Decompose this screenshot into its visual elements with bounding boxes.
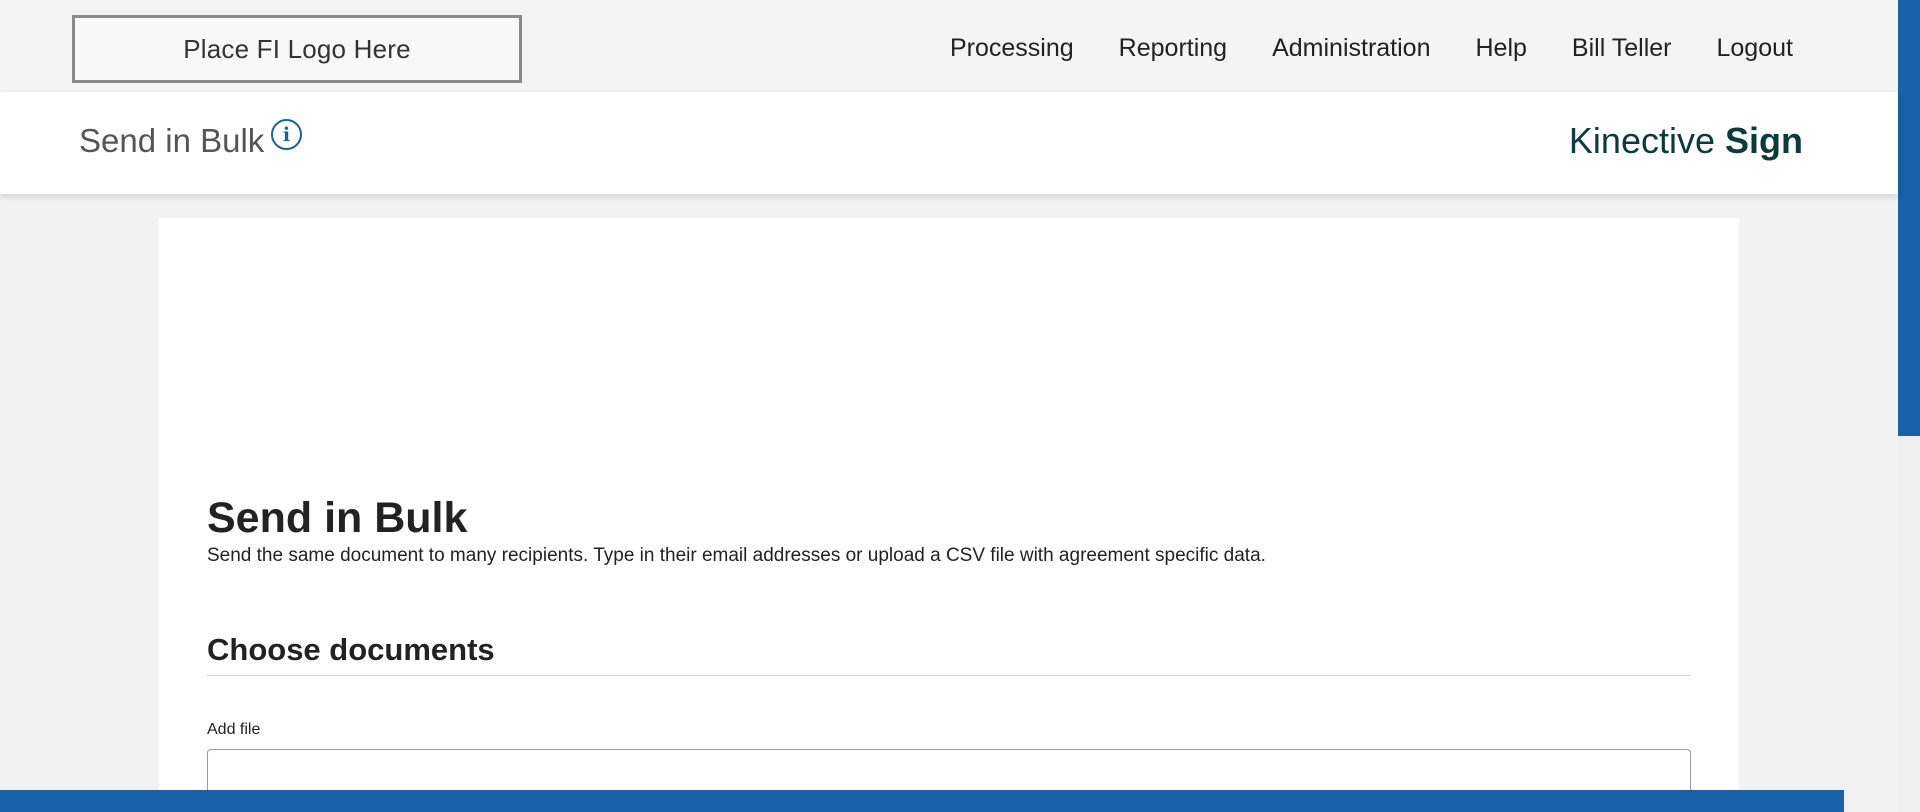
brand-wordmark: Kinective Sign (1569, 120, 1803, 162)
nav-item-administration[interactable]: Administration (1272, 34, 1430, 63)
page-title: Send in Bulk (207, 494, 468, 542)
main-nav: Processing Reporting Administration Help… (950, 34, 1793, 63)
brand-bold-text: Sign (1725, 120, 1803, 161)
brand-light-text: Kinective (1568, 120, 1725, 161)
top-navigation-bar: Place FI Logo Here Processing Reporting … (0, 0, 1898, 92)
nav-item-processing[interactable]: Processing (950, 34, 1074, 63)
fi-logo-placeholder[interactable]: Place FI Logo Here (72, 15, 522, 83)
page-description: Send the same document to many recipient… (207, 545, 1266, 566)
main-content-card: Send in Bulk Send the same document to m… (159, 218, 1739, 812)
bottom-action-bar (0, 790, 1844, 812)
nav-item-logout[interactable]: Logout (1716, 34, 1792, 63)
scrollbar-track[interactable] (1898, 436, 1920, 812)
info-icon[interactable]: i (271, 119, 302, 150)
nav-item-reporting[interactable]: Reporting (1119, 34, 1227, 63)
nav-item-user-menu[interactable]: Bill Teller (1572, 34, 1672, 63)
logo-text: Place FI Logo Here (183, 33, 411, 64)
section-divider (207, 675, 1691, 676)
section-title-choose-documents: Choose documents (207, 632, 495, 667)
scrollbar-thumb[interactable] (1898, 0, 1920, 436)
nav-item-help[interactable]: Help (1475, 34, 1526, 63)
subheader-title: Send in Bulk (79, 122, 265, 159)
add-file-label: Add file (207, 721, 261, 738)
